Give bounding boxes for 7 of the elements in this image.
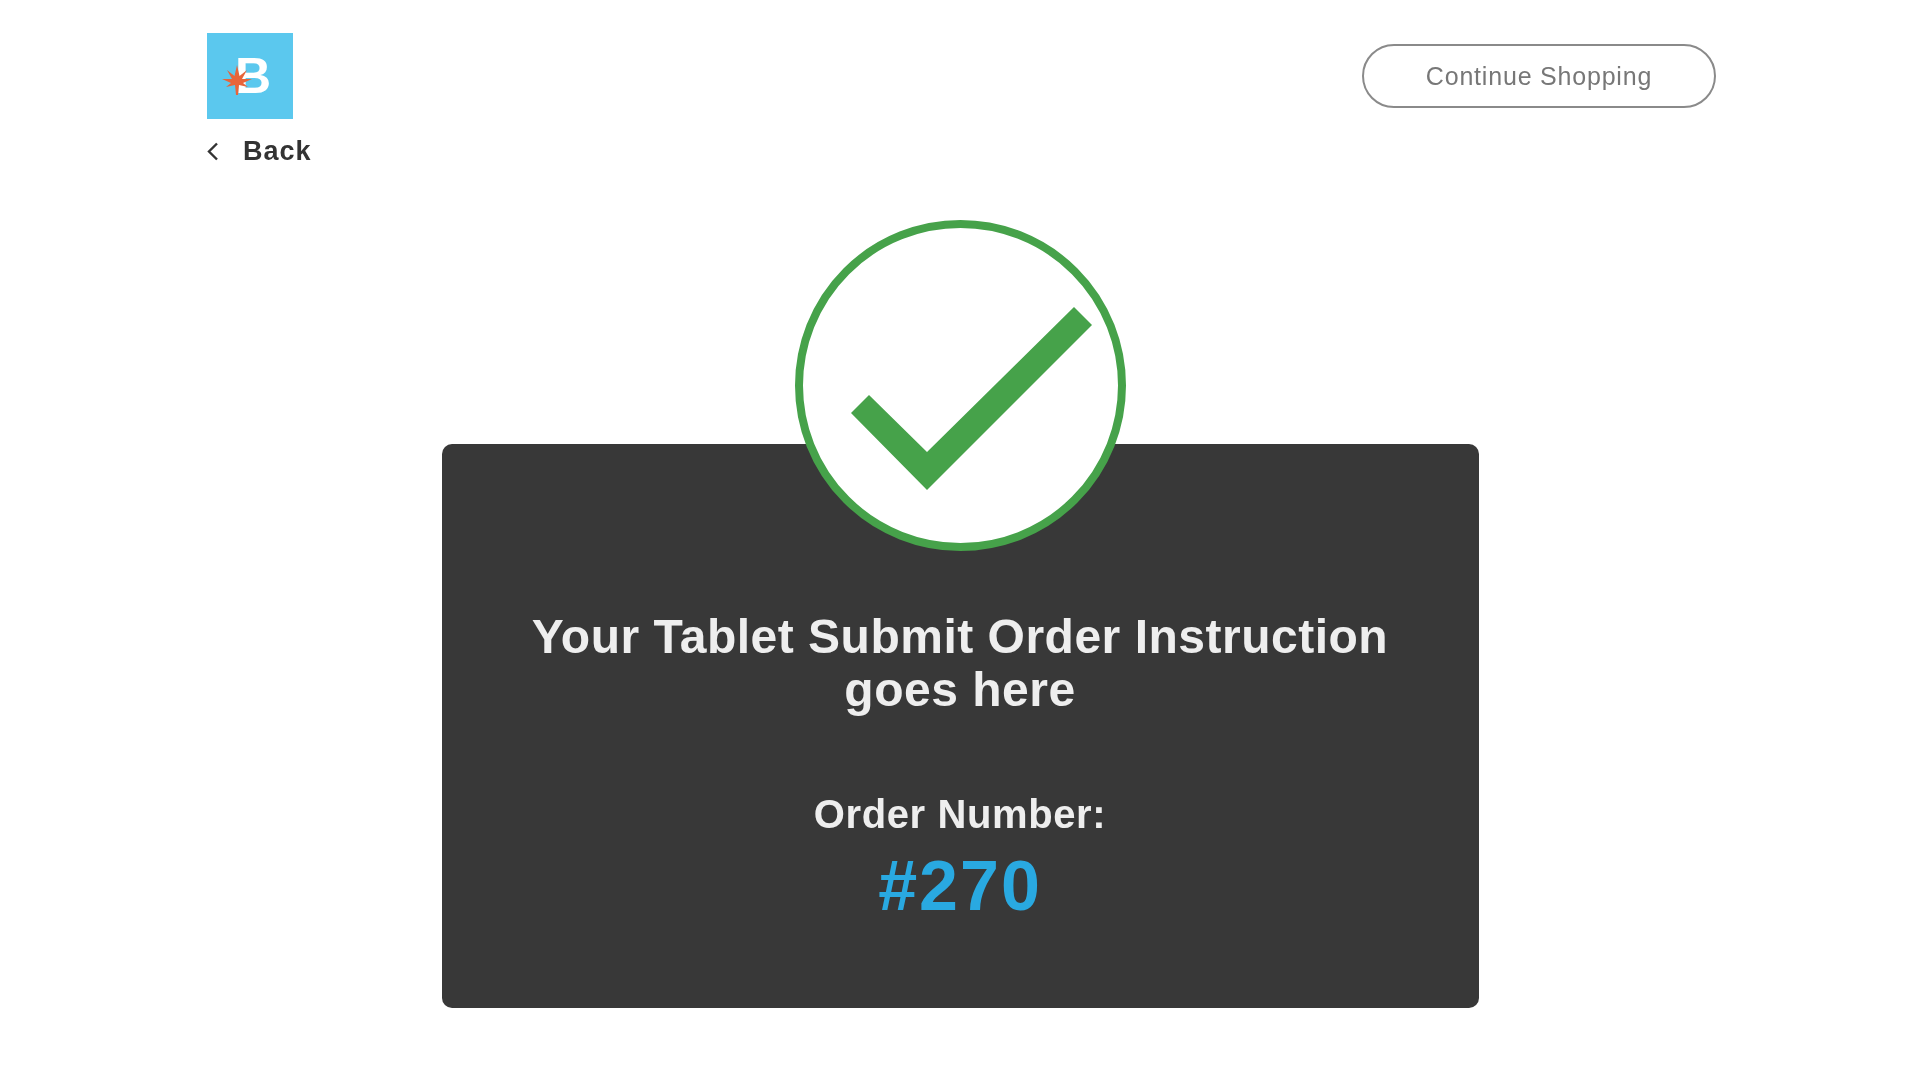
continue-shopping-button[interactable]: Continue Shopping [1362,44,1716,108]
order-number-label: Order Number: [813,791,1107,838]
back-button[interactable]: Back [207,135,312,167]
order-number: #270 [878,848,1042,924]
check-circle-icon [794,220,1126,551]
instruction-message: Your Tablet Submit Order Instruction goes here [530,610,1390,716]
chevron-left-icon [207,141,219,161]
